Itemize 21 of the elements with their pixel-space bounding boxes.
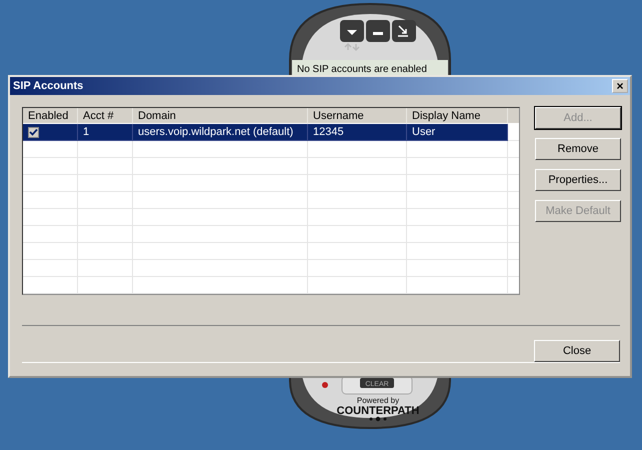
status-text: No SIP accounts are enabled [297,64,427,75]
close-button[interactable]: × [612,79,628,93]
phone-button-icon[interactable] [340,20,364,42]
table-row[interactable]: 1 users.voip.wildpark.net (default) 12345 User [23,124,508,141]
dialog-button: Add... [535,107,621,129]
minimize-icon[interactable] [366,20,390,42]
restore-icon[interactable] [392,20,416,42]
dialog-button: Make Default [535,200,621,222]
powered-by-text: Powered by [356,396,400,405]
dots-icon [370,416,386,422]
table-cell: User [407,124,508,141]
window-title: SIP Accounts [13,80,84,92]
dialog-button[interactable]: Remove [535,138,621,160]
close-button[interactable]: Close [534,340,620,362]
dialog-button[interactable]: Properties... [535,169,621,191]
clear-key[interactable] [360,378,394,388]
arrows-icon [344,42,360,52]
enabled-checkbox[interactable] [28,126,39,138]
table-cell: users.voip.wildpark.net (default) [133,124,308,141]
table-cell: 12345 [308,124,407,141]
table-cell: 1 [78,124,133,141]
